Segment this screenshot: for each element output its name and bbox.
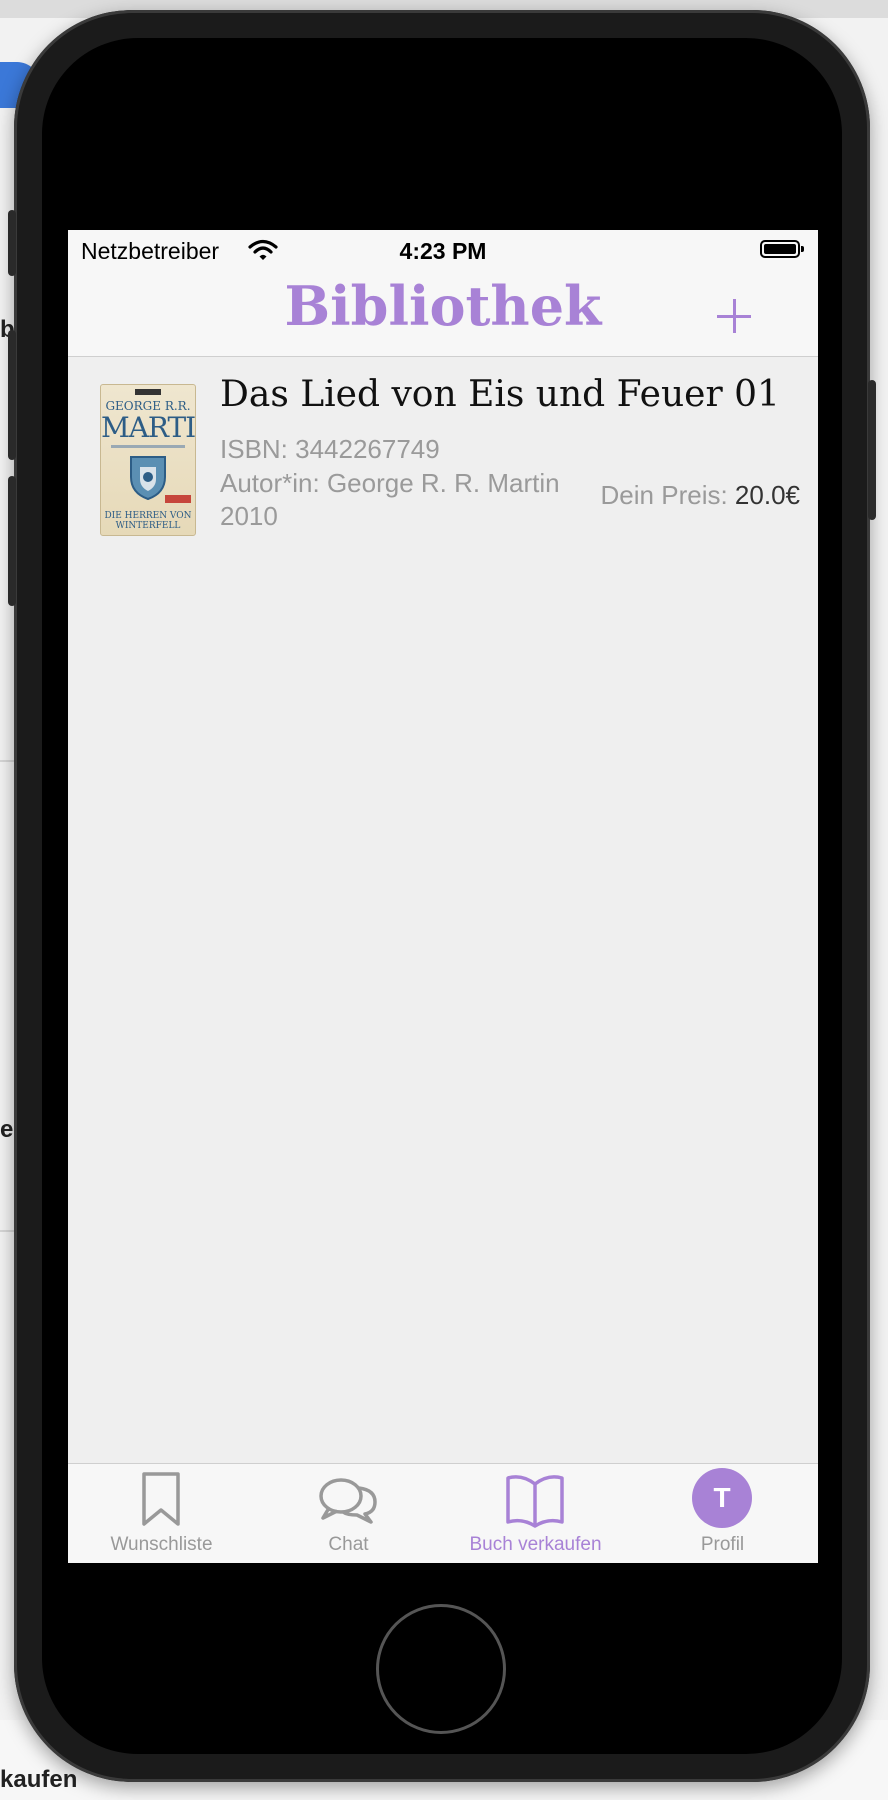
- avatar: T: [692, 1468, 752, 1528]
- page-title: Bibliothek: [284, 274, 602, 338]
- open-book-icon: [506, 1475, 564, 1528]
- bookmark-icon: [142, 1472, 180, 1526]
- crest-icon: [130, 456, 166, 501]
- background-text-fragment: e: [0, 1116, 14, 1143]
- status-bar: Netzbetreiber 4:23 PM: [68, 230, 818, 270]
- cover-author-last: MARTIN: [101, 411, 196, 444]
- list-item[interactable]: GEORGE R.R. MARTIN DIE HERREN VON WINTER…: [68, 356, 818, 546]
- book-cover-image: GEORGE R.R. MARTIN DIE HERREN VON WINTER…: [100, 384, 196, 536]
- book-year: 2010: [220, 501, 278, 531]
- book-title: Das Lied von Eis und Feuer 01: [220, 374, 780, 415]
- book-isbn: ISBN: 3442267749: [220, 434, 440, 464]
- tab-profil[interactable]: T Profil: [629, 1464, 816, 1563]
- cover-badge: [165, 495, 191, 503]
- chat-bubbles-icon: [319, 1478, 377, 1524]
- status-time: 4:23 PM: [399, 238, 487, 264]
- app-screen: Netzbetreiber 4:23 PM Bibliothek GEORGE …: [68, 230, 818, 1563]
- power-button: [868, 380, 876, 520]
- tab-chat[interactable]: Chat: [255, 1464, 442, 1563]
- book-author: Autor*in: George R. R. Martin: [220, 468, 560, 498]
- price-label: Dein Preis:: [600, 480, 728, 510]
- cover-title: DIE HERREN VON WINTERFELL: [104, 511, 192, 531]
- background-text-fragment: kaufen: [0, 1766, 78, 1793]
- tab-label: Buch verkaufen: [469, 1534, 602, 1555]
- mute-switch: [8, 210, 16, 276]
- tab-wunschliste[interactable]: Wunschliste: [68, 1464, 255, 1563]
- navigation-bar: Bibliothek: [68, 270, 818, 357]
- tab-label: Profil: [700, 1534, 745, 1555]
- volume-up-button: [8, 330, 16, 460]
- tab-label: Wunschliste: [110, 1534, 213, 1555]
- tab-label: Chat: [328, 1534, 369, 1555]
- plus-icon[interactable]: [708, 290, 760, 342]
- tab-bar: Wunschliste Chat Buch verkaufen T Profil: [68, 1463, 818, 1563]
- cover-subtitle-line: [111, 445, 185, 448]
- price-value: 20.0€: [734, 480, 800, 510]
- publisher-logo: [135, 389, 161, 395]
- home-button[interactable]: [376, 1604, 506, 1734]
- tab-buch-verkaufen[interactable]: Buch verkaufen: [442, 1464, 629, 1563]
- volume-down-button: [8, 476, 16, 606]
- battery-icon: [760, 240, 804, 258]
- book-price: Dein Preis: 20.0€: [601, 480, 800, 511]
